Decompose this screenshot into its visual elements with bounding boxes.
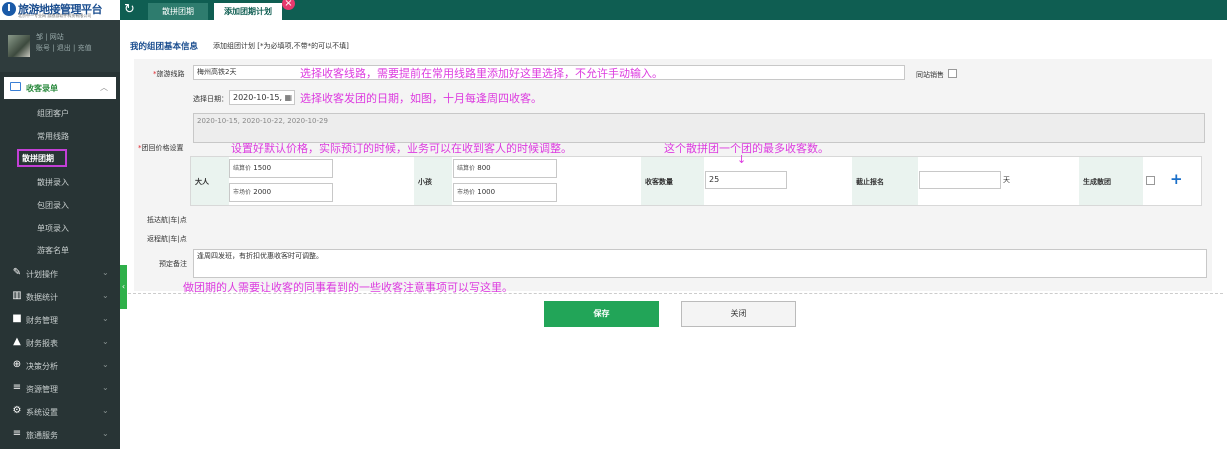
adult-settle-input[interactable]: 结算价 1500	[229, 159, 333, 178]
sidebar-item-tourist-list[interactable]: 游客名单	[37, 245, 69, 256]
gear-icon: ⚙	[12, 405, 22, 416]
collapse-sidebar-button[interactable]: ‹	[120, 265, 127, 309]
child-settle-input[interactable]: 结算价 800	[453, 159, 557, 178]
sidebar-menu-resources[interactable]: 资源管理	[26, 384, 58, 395]
sidebar-menu-reports[interactable]: 财务报表	[26, 338, 58, 349]
adult-label: 大人	[195, 178, 209, 186]
tab-add-schedule[interactable]: 添加团期计划	[214, 3, 282, 20]
capacity-input[interactable]: 25	[705, 171, 787, 189]
chevron-down-icon: ⌄	[102, 406, 109, 415]
avatar[interactable]	[8, 35, 30, 57]
selected-dates-textarea[interactable]: 2020-10-15, 2020-10-22, 2020-10-29	[193, 113, 1205, 143]
annotation-date: 选择收客发团的日期，如图，十月每逢周四收客。	[300, 92, 542, 105]
route-label: *旅游线路	[153, 70, 185, 78]
annotation-capacity: 这个散拼团一个团的最多收客数。	[664, 142, 829, 155]
deadline-input[interactable]	[919, 171, 1001, 189]
logo-subtitle: 北京中一专业网 游旅游软件科技有限公司	[18, 13, 92, 18]
divider	[128, 293, 1223, 294]
form-hint: 添加组团计划 [*为必填项,不带*的可以不填]	[213, 42, 349, 50]
add-price-row-icon[interactable]: +	[1170, 170, 1183, 188]
sidebar-item-scattered-schedule[interactable]: 散拼团期	[22, 153, 54, 164]
date-input[interactable]: 2020-10-15, ▦	[229, 90, 295, 105]
chevron-down-icon: ⌄	[102, 337, 109, 346]
remark-label: 预定备注	[159, 260, 187, 268]
chevron-up-icon: ︿	[100, 83, 108, 92]
sidebar-menu-label: 收客录单	[26, 84, 58, 93]
generate-checkbox[interactable]	[1146, 176, 1155, 185]
sidebar-item-package-entry[interactable]: 包团录入	[37, 200, 69, 211]
list-icon: ≡	[12, 382, 22, 393]
chevron-down-icon: ⌄	[102, 383, 109, 392]
deadline-label: 截止报名	[856, 178, 884, 186]
edit-icon: ✎	[12, 267, 22, 278]
sidebar-item-common-routes[interactable]: 常用线路	[37, 131, 69, 142]
capacity-label: 收客数量	[645, 178, 673, 186]
bar-chart-icon: ▥	[12, 290, 22, 301]
chevron-down-icon: ⌄	[102, 291, 109, 300]
arrow-down-icon: ↓	[737, 153, 747, 166]
calendar-icon[interactable]: ▦	[284, 91, 292, 104]
tab-scattered-schedule[interactable]: 散拼团期	[148, 3, 208, 20]
sidebar-menu-finance[interactable]: 财务管理	[26, 315, 58, 326]
refresh-icon[interactable]: ↻	[124, 2, 135, 17]
child-market-input[interactable]: 市场价 1000	[453, 183, 557, 202]
price-label: *团回价格设置	[138, 144, 184, 152]
arrive-label: 抵达航|车|点	[147, 216, 187, 224]
list-icon: ≡	[12, 428, 22, 439]
chevron-down-icon: ⌄	[102, 429, 109, 438]
chevron-down-icon: ⌄	[102, 314, 109, 323]
sidebar-item-single-entry[interactable]: 单项录入	[37, 223, 69, 234]
sidebar-item-scattered-entry[interactable]: 散拼录入	[37, 177, 69, 188]
user-name[interactable]: 邹 | 网站	[36, 32, 64, 42]
deadline-unit: 天	[1003, 176, 1010, 184]
return-label: 返程航|车|点	[147, 235, 187, 243]
generate-label: 生成散团	[1083, 178, 1111, 186]
chevron-down-icon: ⌄	[102, 268, 109, 277]
adult-market-input[interactable]: 市场价 2000	[229, 183, 333, 202]
sidebar-menu-services[interactable]: 旅通服务	[26, 430, 58, 441]
user-links[interactable]: 账号 | 退出 | 充值	[36, 43, 92, 53]
sidebar-item-group-clients[interactable]: 组团客户	[37, 108, 69, 119]
logo-mark-icon: I	[2, 2, 16, 16]
finance-icon: ■	[12, 313, 22, 324]
date-label: 选择日期：	[193, 95, 228, 103]
sidebar-menu-statistics[interactable]: 数据统计	[26, 292, 58, 303]
sync-sale-checkbox[interactable]	[948, 69, 957, 78]
sidebar-menu-analysis[interactable]: 决策分析	[26, 361, 58, 372]
sidebar-menu-settings[interactable]: 系统设置	[26, 407, 58, 418]
globe-icon: ⊕	[12, 359, 22, 370]
sidebar-menu-plan-ops[interactable]: 计划操作	[26, 269, 58, 280]
report-icon: ▲	[13, 336, 21, 347]
monitor-icon	[10, 82, 21, 91]
form-title: 我的组团基本信息	[130, 42, 199, 52]
child-label: 小孩	[418, 178, 432, 186]
remark-textarea[interactable]: 逢周四发班，有折扣优惠收客时可调整。	[193, 249, 1207, 278]
annotation-route: 选择收客线路，需要提前在常用线路里添加好这里选择，不允许手动输入。	[300, 67, 663, 80]
chevron-down-icon: ⌄	[102, 360, 109, 369]
sync-sale-label: 同站销售	[916, 71, 944, 79]
close-button[interactable]: 关闭	[681, 301, 796, 327]
annotation-price: 设置好默认价格，实际预订的时候，业务可以在收到客人的时候调整。	[231, 142, 572, 155]
save-button[interactable]: 保存	[544, 301, 659, 327]
